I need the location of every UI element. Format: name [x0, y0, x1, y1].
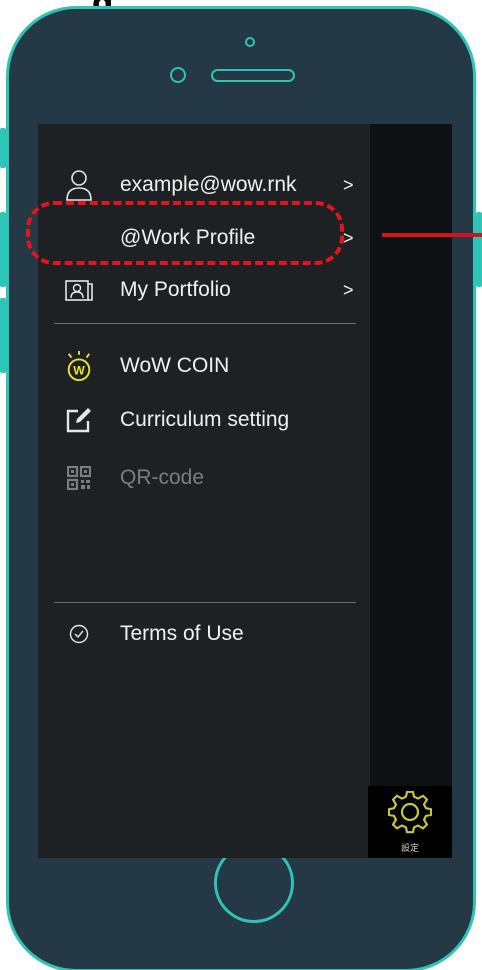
user-icon — [64, 170, 94, 201]
settings-button[interactable]: 設定 — [368, 786, 452, 858]
menu-item-terms[interactable]: Terms of Use — [38, 610, 370, 658]
menu-item-portfolio[interactable]: My Portfolio > — [38, 266, 370, 314]
qr-code-label: QR-code — [120, 466, 205, 489]
page: g example@wow.rnk > @Wor — [0, 0, 482, 970]
menu-item-curriculum[interactable]: Curriculum setting — [38, 396, 370, 444]
edit-icon — [64, 405, 94, 435]
coin-icon: W — [64, 351, 94, 381]
chevron-right-icon: > — [343, 227, 354, 248]
callout-line — [382, 233, 482, 237]
settings-label: 設定 — [400, 843, 419, 854]
highlight-annotation — [26, 201, 344, 265]
svg-text:W: W — [73, 363, 85, 377]
terms-label: Terms of Use — [120, 622, 244, 645]
divider-top — [54, 323, 356, 324]
check-circle-icon — [64, 619, 94, 649]
chevron-right-icon: > — [343, 174, 354, 195]
divider-bottom — [54, 602, 356, 603]
curriculum-label: Curriculum setting — [120, 408, 290, 431]
gear-icon — [387, 790, 433, 839]
portfolio-label: My Portfolio — [120, 278, 231, 301]
account-email: example@wow.rnk — [120, 173, 297, 196]
side-button-power — [476, 212, 482, 287]
front-camera — [170, 67, 186, 83]
chevron-right-icon: > — [343, 279, 354, 300]
qr-code-icon — [64, 463, 94, 493]
menu-item-wow-coin[interactable]: W WoW COIN — [38, 342, 370, 390]
menu-item-qr-code: QR-code — [38, 454, 370, 502]
proximity-sensor — [245, 37, 255, 47]
wow-coin-label: WoW COIN — [120, 354, 230, 377]
earpiece-speaker — [211, 69, 295, 82]
portfolio-icon — [64, 275, 94, 305]
